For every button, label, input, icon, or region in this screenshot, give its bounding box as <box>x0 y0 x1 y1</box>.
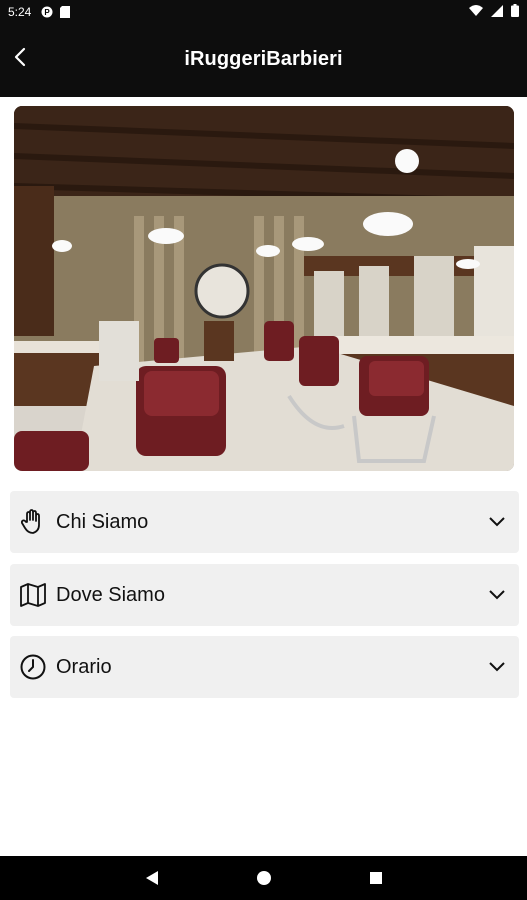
sd-card-icon <box>59 6 71 18</box>
section-orario[interactable]: Orario <box>10 636 519 698</box>
hero-image <box>14 106 514 471</box>
status-bar: 5:24 P <box>0 0 527 24</box>
svg-text:P: P <box>45 8 51 17</box>
battery-icon <box>511 4 519 20</box>
chevron-down-icon <box>485 655 509 679</box>
wifi-icon <box>469 4 483 20</box>
page-title: iRuggeriBarbieri <box>184 48 343 70</box>
square-recents-icon <box>369 872 382 884</box>
circle-home-icon <box>256 871 271 885</box>
nav-home-button[interactable] <box>252 866 276 890</box>
app-notification-icon: P <box>41 6 53 18</box>
barbershop-photo <box>14 106 514 471</box>
triangle-back-icon <box>145 871 158 885</box>
section-label: Dove Siamo <box>56 583 165 606</box>
nav-back-button[interactable] <box>140 866 164 890</box>
nav-recents-button[interactable] <box>364 866 388 890</box>
clock-icon <box>20 654 46 680</box>
chevron-down-icon <box>485 583 509 607</box>
section-dove-siamo[interactable]: Dove Siamo <box>10 564 519 626</box>
hand-icon <box>20 509 46 535</box>
section-chi-siamo[interactable]: Chi Siamo <box>10 491 519 553</box>
signal-icon <box>491 4 503 20</box>
status-time: 5:24 <box>8 5 32 19</box>
section-label: Chi Siamo <box>56 510 149 533</box>
chevron-down-icon <box>485 510 509 534</box>
system-nav-bar <box>0 856 527 900</box>
map-icon <box>20 582 46 608</box>
section-label: Orario <box>56 655 112 678</box>
app-bar: iRuggeriBarbieri <box>0 24 527 97</box>
